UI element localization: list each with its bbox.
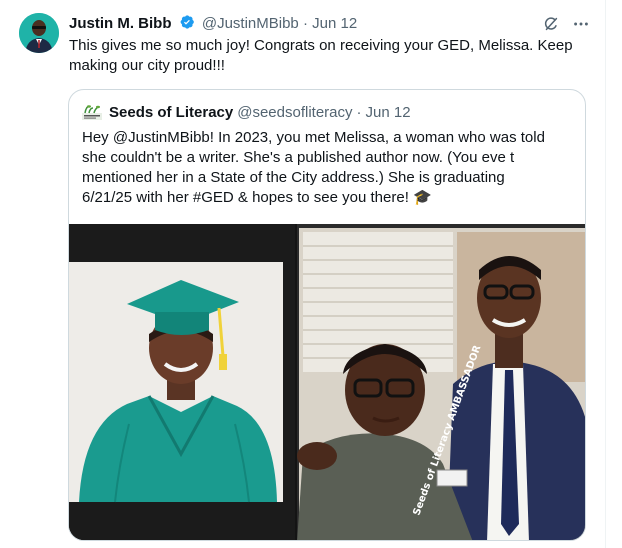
- quoted-media-grid: Seeds of Literacy AMBASSADOR: [69, 224, 585, 540]
- verified-badge-icon: [179, 14, 195, 30]
- quoted-text-line: mentioned her in a State of the City add…: [82, 169, 505, 186]
- tweet-date[interactable]: Jun 12: [312, 15, 357, 32]
- quoted-tweet-date[interactable]: Jun 12: [366, 104, 411, 122]
- more-options-icon[interactable]: [571, 14, 591, 34]
- quoted-tweet-text: Hey @JustinMBibb! In 2023, you met Melis…: [82, 128, 577, 208]
- seeds-logo-icon: [81, 104, 103, 122]
- quoted-text-line: she couldn't be a writer. She's a publis…: [82, 149, 515, 166]
- author-avatar[interactable]: [19, 13, 59, 53]
- tweet-text: This gives me so much joy! Congrats on r…: [69, 37, 573, 74]
- quoted-author-handle[interactable]: @seedsofliteracy: [237, 104, 352, 122]
- quoted-tweet-header: Seeds of Literacy @seedsofliteracy · Jun…: [81, 104, 411, 122]
- graduate-photo[interactable]: [69, 224, 295, 540]
- quoted-text-line: Hey @JustinMBibb! In 2023, you met Melis…: [82, 129, 545, 146]
- quoted-tweet[interactable]: Seeds of Literacy @seedsofliteracy · Jun…: [68, 89, 586, 541]
- header-separator: ·: [302, 15, 308, 32]
- group-photo[interactable]: Seeds of Literacy AMBASSADOR: [297, 224, 585, 540]
- quoted-text-line: 6/21/25 with her #GED & hopes to see you…: [82, 189, 432, 206]
- tweet-header: Justin M. Bibb @JustinMBibb · Jun 12: [69, 14, 591, 34]
- author-name[interactable]: Justin M. Bibb: [69, 15, 172, 32]
- quoted-author-name[interactable]: Seeds of Literacy: [109, 104, 233, 122]
- grok-icon[interactable]: [541, 14, 561, 34]
- tweet[interactable]: Justin M. Bibb @JustinMBibb · Jun 12 Thi…: [0, 0, 606, 548]
- author-handle[interactable]: @JustinMBibb: [202, 15, 299, 32]
- quoted-header-separator: ·: [356, 104, 362, 121]
